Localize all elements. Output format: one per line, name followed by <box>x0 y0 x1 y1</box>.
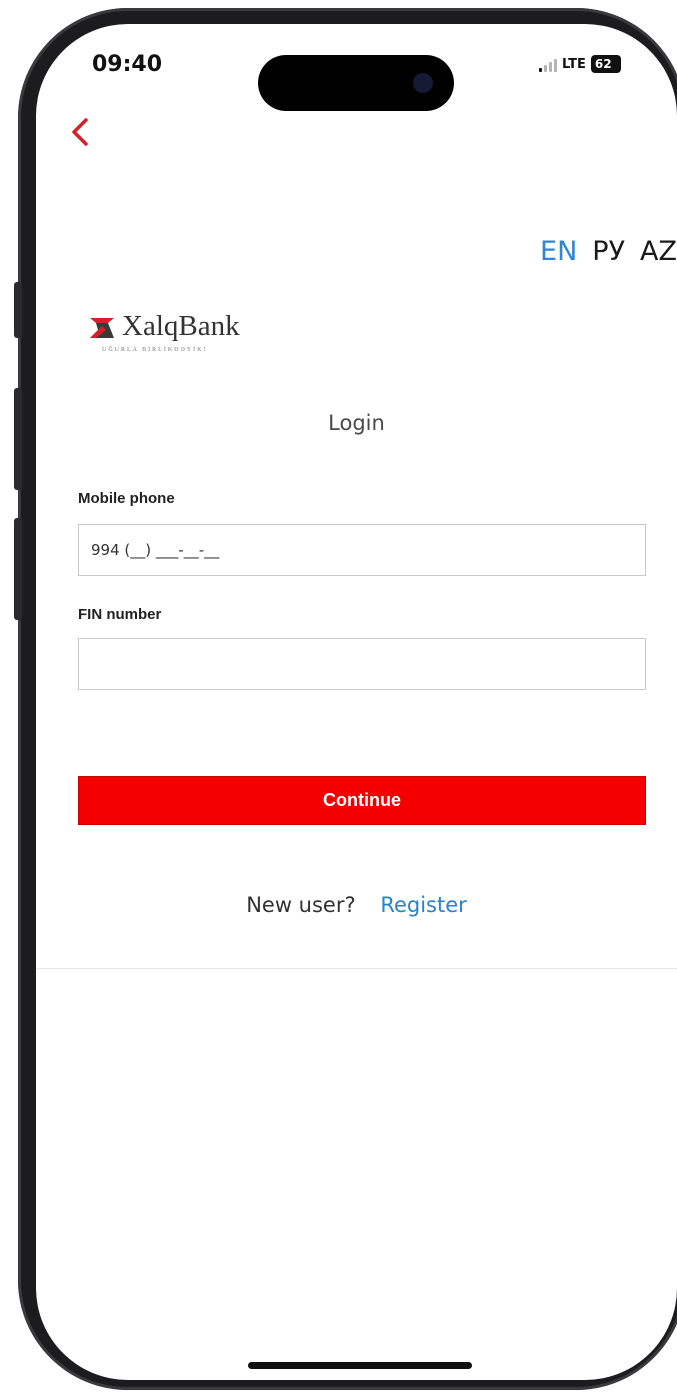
divider <box>36 968 677 969</box>
brand-name: XalqBank <box>122 310 240 342</box>
lang-ru[interactable]: РУ <box>592 236 625 267</box>
volume-up-button <box>14 388 22 490</box>
volume-down-button <box>14 518 22 620</box>
back-button[interactable] <box>66 112 96 152</box>
home-indicator[interactable] <box>248 1362 472 1369</box>
battery-icon: 62 <box>590 55 621 73</box>
fin-number-label: FIN number <box>78 606 162 623</box>
lang-az[interactable]: AZ <box>640 236 677 267</box>
brand-logo: XalqBank UĞURLA BİRLİKDƏYİK! <box>88 310 288 370</box>
chevron-left-icon <box>72 118 88 146</box>
page-title: Login <box>328 411 385 435</box>
register-link[interactable]: Register <box>380 893 466 917</box>
dynamic-island <box>258 55 454 111</box>
mobile-phone-input[interactable] <box>78 524 646 576</box>
brand-tagline: UĞURLA BİRLİKDƏYİK! <box>102 347 208 353</box>
status-indicators: LTE 62 <box>539 54 621 74</box>
continue-button[interactable]: Continue <box>78 776 646 825</box>
signal-icon <box>539 56 557 72</box>
new-user-text: New user? <box>246 893 356 917</box>
app-screen: 09:40 LTE 62 EN РУ AZ XalqBank UĞURLA Bİ… <box>36 24 677 1380</box>
action-button <box>14 282 22 338</box>
camera-icon <box>413 73 433 93</box>
network-type: LTE <box>562 56 586 72</box>
mobile-phone-label: Mobile phone <box>78 490 175 507</box>
language-switcher: EN РУ AZ <box>540 236 677 267</box>
status-time: 09:40 <box>92 52 163 77</box>
register-row: New user? Register <box>36 893 677 917</box>
fin-number-input[interactable] <box>78 638 646 690</box>
xalqbank-logo-icon <box>90 318 114 338</box>
lang-en[interactable]: EN <box>540 236 577 267</box>
